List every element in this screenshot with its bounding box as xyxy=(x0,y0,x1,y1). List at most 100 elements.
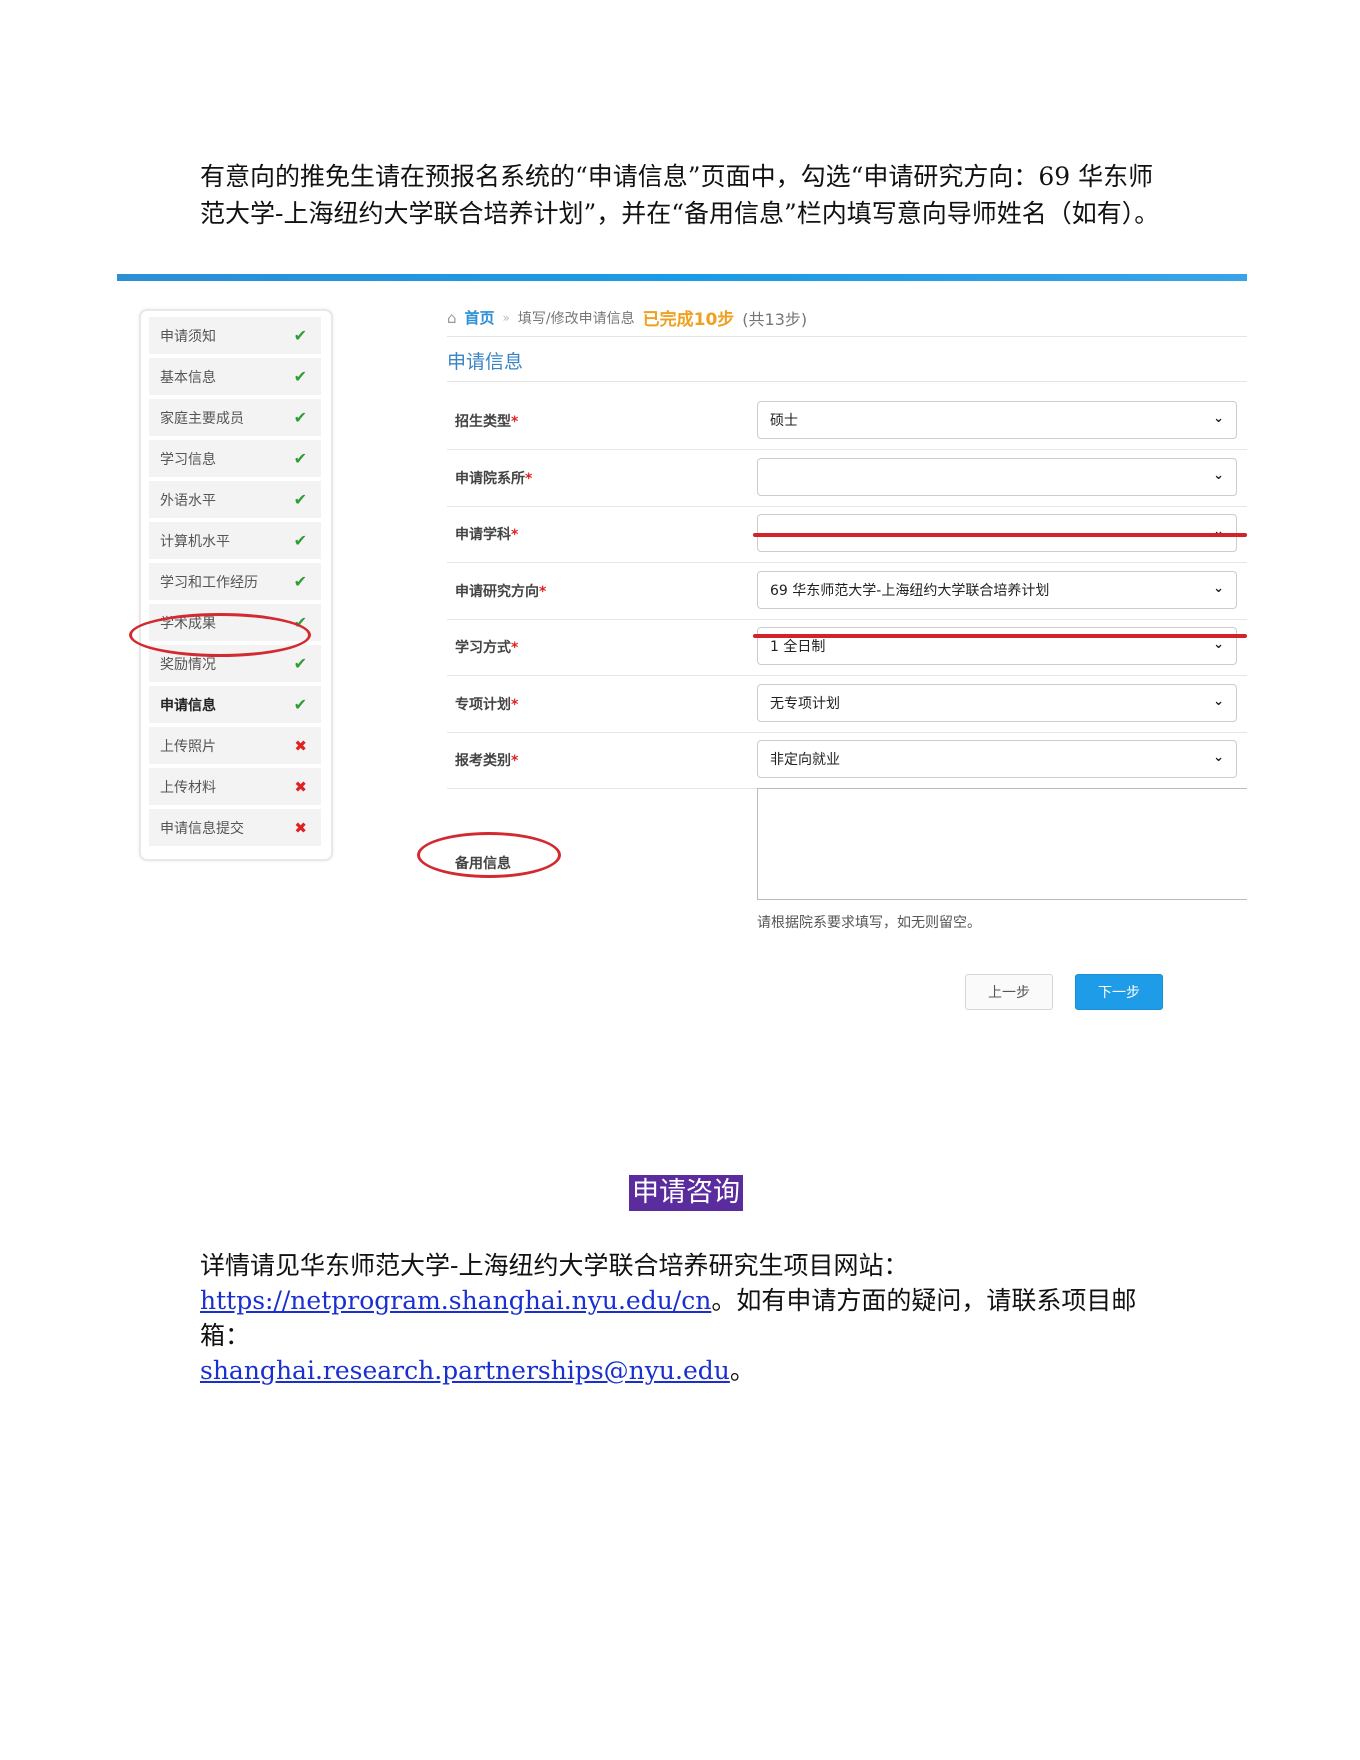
contact-end-text: 。 xyxy=(729,1356,755,1385)
section-divider xyxy=(447,381,1247,382)
sidebar-step[interactable]: 申请信息 ✔ xyxy=(149,686,321,724)
sidebar-step-label: 申请信息提交 xyxy=(160,820,244,837)
sidebar-step[interactable]: 基本信息 ✔ xyxy=(149,358,321,396)
sidebar-step[interactable]: 家庭主要成员 ✔ xyxy=(149,399,321,437)
form-field-label: 报考类别* xyxy=(455,750,518,770)
form-select-value: 1 全日制 xyxy=(770,639,826,655)
form-select-value: 69 华东师范大学-上海纽约大学联合培养计划 xyxy=(770,582,1050,599)
check-icon: ✔ xyxy=(293,654,307,673)
contact-paragraph: 详情请见华东师范大学-上海纽约大学联合培养研究生项目网站： https://ne… xyxy=(200,1248,1160,1388)
form-field-label-text: 报考类别 xyxy=(455,753,511,769)
check-icon: ✔ xyxy=(293,531,307,550)
form-field-label-text: 学习方式 xyxy=(455,640,511,656)
required-mark: * xyxy=(511,753,519,769)
prev-step-button[interactable]: 上一步 xyxy=(965,974,1053,1010)
form-field-label: 申请院系所* xyxy=(455,468,532,488)
form-select[interactable]: 69 华东师范大学-上海纽约大学联合培养计划 ⌄ xyxy=(757,570,1237,609)
chevron-down-icon: ⌄ xyxy=(1213,750,1224,765)
spare-info-hint: 请根据院系要求填写，如无则留空。 xyxy=(757,915,981,931)
form-select[interactable]: 非定向就业 ⌄ xyxy=(757,740,1237,778)
form-row: 招生类型* 硕士 ⌄ xyxy=(447,393,1247,450)
check-icon: ✔ xyxy=(293,695,307,714)
check-icon: ✔ xyxy=(293,326,307,345)
form-field-label: 专项计划* xyxy=(455,694,518,714)
contact-line: 详情请见华东师范大学-上海纽约大学联合培养研究生项目网站： xyxy=(200,1251,909,1280)
form-field-label-text: 申请研究方向 xyxy=(455,583,539,600)
form-row: 学习方式* 1 全日制 ⌄ xyxy=(447,619,1247,676)
next-step-button[interactable]: 下一步 xyxy=(1075,974,1163,1010)
form-row: 申请院系所* ⌄ xyxy=(447,450,1247,507)
sidebar-step-label: 家庭主要成员 xyxy=(160,410,244,427)
sidebar-step-label: 计算机水平 xyxy=(160,533,230,550)
program-website-link[interactable]: https://netprogram.shanghai.nyu.edu/cn xyxy=(200,1286,711,1315)
sidebar-step[interactable]: 上传材料 ✖ xyxy=(149,768,321,806)
form-select[interactable]: 1 全日制 ⌄ xyxy=(757,627,1237,665)
form-select-value: 无专项计划 xyxy=(770,695,840,712)
home-icon: ⌂ xyxy=(447,308,457,327)
application-screenshot: 申请须知 ✔ 基本信息 ✔ 家庭主要成员 ✔ 学习信息 ✔ 外语水平 ✔ 计算机水平 ✔ 学习和工作经历… xyxy=(117,281,1247,1041)
breadcrumb: ⌂ 首页 » 填写/修改申请信息 已完成10步 (共13步) xyxy=(447,305,808,331)
form-select-value: 硕士 xyxy=(770,413,798,429)
form-field-label: 招生类型* xyxy=(455,411,518,431)
sidebar-step[interactable]: 申请须知 ✔ xyxy=(149,317,321,355)
cross-icon: ✖ xyxy=(294,818,307,837)
form-field-label-text: 申请院系所 xyxy=(455,470,525,487)
highlight-ellipse-step xyxy=(129,613,311,657)
form-select[interactable]: 无专项计划 ⌄ xyxy=(757,683,1237,722)
required-mark: * xyxy=(511,527,519,543)
form-select-value: 非定向就业 xyxy=(770,752,840,768)
form-field-label-text: 申请学科 xyxy=(455,527,511,543)
sidebar-step-label: 申请信息 xyxy=(160,697,216,714)
sidebar-step[interactable]: 计算机水平 ✔ xyxy=(149,522,321,560)
required-mark: * xyxy=(525,470,533,487)
sidebar-step-label: 学习信息 xyxy=(160,451,216,468)
intro-paragraph: 有意向的推免生请在预报名系统的“申请信息”页面中，勾选“申请研究方向：69 华东… xyxy=(200,162,1160,228)
sidebar-step[interactable]: 上传照片 ✖ xyxy=(149,727,321,765)
progress-done: 已完成10步 xyxy=(642,310,735,330)
sidebar-step-label: 上传照片 xyxy=(160,738,216,755)
cross-icon: ✖ xyxy=(294,777,307,796)
sidebar-step-label: 外语水平 xyxy=(160,492,216,509)
highlight-ellipse-spare xyxy=(417,832,561,878)
check-icon: ✔ xyxy=(293,572,307,591)
highlight-underline-special-plan xyxy=(753,634,1247,638)
form-row: 报考类别* 非定向就业 ⌄ xyxy=(447,732,1247,789)
sidebar-step[interactable]: 学习信息 ✔ xyxy=(149,440,321,478)
sidebar-step-label: 基本信息 xyxy=(160,369,216,386)
form-field-label: 学习方式* xyxy=(455,637,518,657)
form-field-label: 申请学科* xyxy=(455,524,518,544)
breadcrumb-current: 填写/修改申请信息 xyxy=(517,310,635,327)
chevron-down-icon: ⌄ xyxy=(1213,580,1224,596)
required-mark: * xyxy=(539,583,547,600)
chevron-down-icon: ⌄ xyxy=(1213,411,1224,426)
form-select[interactable]: 硕士 ⌄ xyxy=(757,401,1237,439)
screenshot-top-bar xyxy=(117,274,1247,281)
step-sidebar: 申请须知 ✔ 基本信息 ✔ 家庭主要成员 ✔ 学习信息 ✔ 外语水平 ✔ 计算机水平 ✔ 学习和工作经历… xyxy=(139,309,333,861)
required-mark: * xyxy=(511,696,519,713)
section-title: 申请信息 xyxy=(447,351,524,373)
progress-total: (共13步) xyxy=(742,309,808,329)
form-field-label: 申请研究方向* xyxy=(455,581,546,601)
check-icon: ✔ xyxy=(293,449,307,468)
sidebar-step[interactable]: 申请信息提交 ✖ xyxy=(149,809,321,847)
check-icon: ✔ xyxy=(293,408,307,427)
contact-heading: 申请咨询 xyxy=(629,1175,743,1211)
program-email-link[interactable]: shanghai.research.partnerships@nyu.edu xyxy=(200,1356,730,1385)
spare-info-textarea[interactable] xyxy=(757,788,1247,900)
sidebar-step-label: 上传材料 xyxy=(160,779,216,796)
breadcrumb-home-link[interactable]: 首页 xyxy=(465,307,495,328)
sidebar-step[interactable]: 学习和工作经历 ✔ xyxy=(149,563,321,601)
highlight-underline-direction xyxy=(753,533,1247,537)
chevron-down-icon: ⌄ xyxy=(1213,693,1224,709)
cross-icon: ✖ xyxy=(294,736,307,755)
required-mark: * xyxy=(511,640,519,656)
form-select[interactable]: ⌄ xyxy=(757,457,1237,496)
form-field-label-text: 招生类型 xyxy=(455,414,511,430)
sidebar-step-label: 申请须知 xyxy=(160,328,216,345)
check-icon: ✔ xyxy=(293,367,307,386)
required-mark: * xyxy=(511,414,519,430)
sidebar-step[interactable]: 外语水平 ✔ xyxy=(149,481,321,519)
form-row: 专项计划* 无专项计划 ⌄ xyxy=(447,676,1247,733)
chevron-down-icon: ⌄ xyxy=(1213,467,1224,483)
form-field-label-text: 专项计划 xyxy=(455,696,511,713)
